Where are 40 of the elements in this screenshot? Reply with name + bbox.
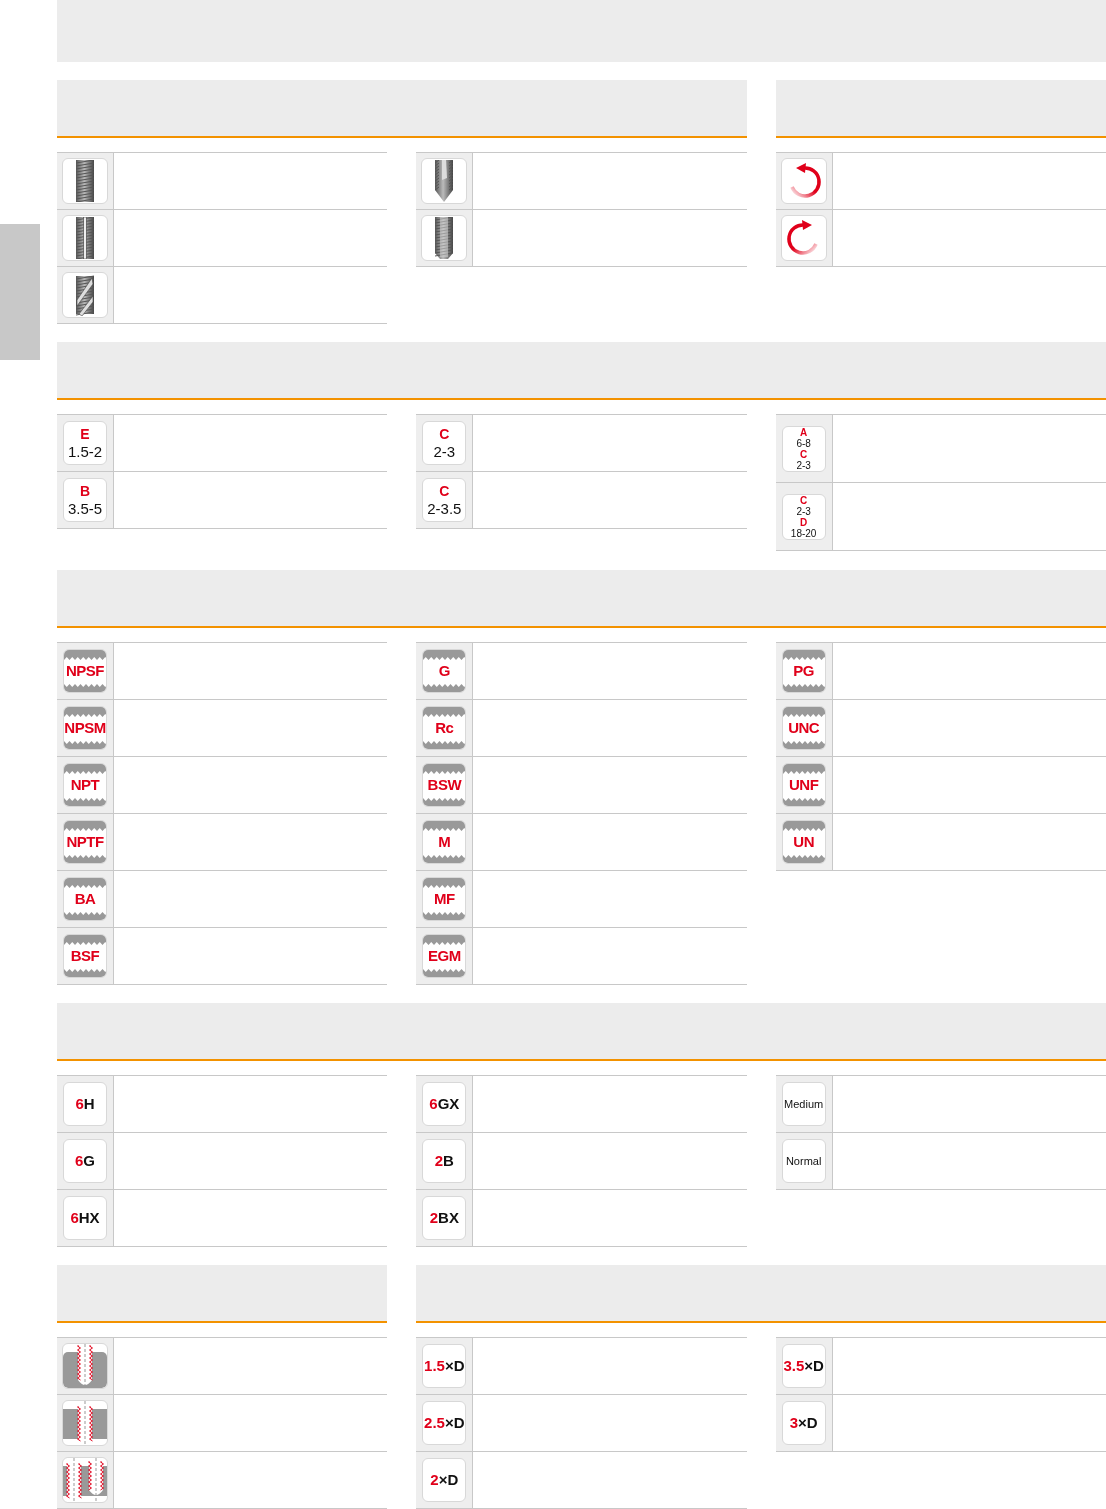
- chamfer-code: C 2-3.5: [422, 478, 467, 523]
- thread-code: NPSF: [63, 648, 107, 693]
- thread-code: MF: [422, 876, 467, 921]
- thread-code: UNF: [781, 762, 826, 807]
- hole-types-icon: [63, 1457, 107, 1502]
- thread-code: EGM: [422, 933, 467, 978]
- chamfer-code: C 2-3 D 18-20: [781, 493, 826, 540]
- tap-icon: [75, 217, 95, 260]
- tolerance-code: 6HX: [63, 1195, 107, 1240]
- thread-code: M: [422, 819, 467, 864]
- thread-code: BSW: [422, 762, 467, 807]
- thread-code: Rc: [422, 705, 467, 750]
- through-hole-icon: [63, 1400, 107, 1445]
- thread-code: BA: [63, 876, 107, 921]
- tolerance-code: 3×D: [781, 1400, 826, 1445]
- tolerance-code: 6G: [63, 1138, 107, 1183]
- thread-code: NPT: [63, 762, 107, 807]
- chamfer-code: B 3.5-5: [63, 478, 107, 523]
- thread-code: PG: [781, 648, 826, 693]
- tolerance-code: 1.5×D: [422, 1343, 467, 1388]
- tolerance-code: 3.5×D: [781, 1343, 826, 1388]
- thread-code: NPSM: [63, 705, 107, 750]
- tolerance-code: 2.5×D: [422, 1400, 467, 1445]
- blind-hole-icon: [63, 1343, 107, 1388]
- thread-code: UNC: [781, 705, 826, 750]
- tolerance-code: 6GX: [422, 1081, 467, 1126]
- tolerance-code: 2B: [422, 1138, 467, 1183]
- tolerance-code: 6H: [63, 1081, 107, 1126]
- chamfer-code: A 6-8 C 2-3: [781, 425, 826, 472]
- chamfer-code: C 2-3: [422, 421, 467, 466]
- chamfer-code: E 1.5-2: [63, 421, 107, 466]
- thread-code: BSF: [63, 933, 107, 978]
- tolerance-code: 2×D: [422, 1457, 467, 1502]
- tolerance-code: 2BX: [422, 1195, 467, 1240]
- thread-code: NPTF: [63, 819, 107, 864]
- thread-code: G: [422, 648, 467, 693]
- tap-icon: [75, 160, 95, 203]
- tolerance-code: Normal: [781, 1138, 826, 1183]
- thread-code: UN: [781, 819, 826, 864]
- tolerance-code: Medium: [781, 1081, 826, 1126]
